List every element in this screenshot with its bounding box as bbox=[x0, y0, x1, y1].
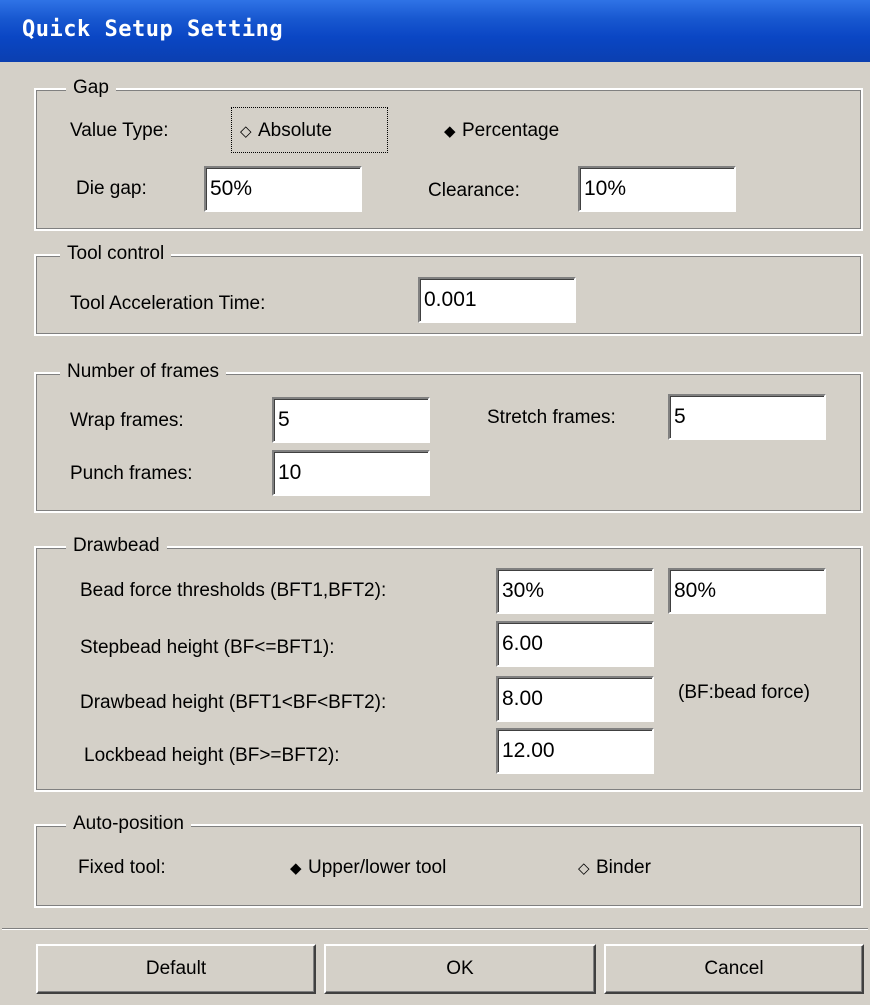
wrap-frames-label: Wrap frames: bbox=[70, 410, 184, 431]
window-title: Quick Setup Setting bbox=[22, 17, 284, 42]
radio-absolute[interactable]: ◇ Absolute bbox=[240, 120, 332, 143]
bft-label: Bead force thresholds (BFT1,BFT2): bbox=[80, 580, 387, 601]
filled-diamond-icon: ◆ bbox=[444, 123, 456, 140]
wrap-frames-field[interactable]: 5 bbox=[272, 397, 430, 443]
punch-frames-field[interactable]: 10 bbox=[272, 450, 430, 496]
tool-accel-field[interactable]: 0.001 bbox=[418, 277, 576, 323]
button-separator bbox=[2, 928, 868, 930]
bft2-field[interactable]: 80% bbox=[668, 568, 826, 614]
hollow-diamond-icon: ◇ bbox=[578, 860, 590, 877]
radio-percentage[interactable]: ◆ Percentage bbox=[444, 120, 559, 143]
radio-binder[interactable]: ◇ Binder bbox=[578, 857, 651, 880]
radio-upper-lower-label: Upper/lower tool bbox=[308, 857, 447, 878]
drawbead-height-field[interactable]: 8.00 bbox=[496, 676, 654, 722]
die-gap-field[interactable]: 50% bbox=[204, 166, 362, 212]
stepbead-label: Stepbead height (BF<=BFT1): bbox=[80, 637, 335, 658]
punch-frames-label: Punch frames: bbox=[70, 463, 193, 484]
bead-force-note: (BF:bead force) bbox=[678, 682, 810, 703]
lockbead-field[interactable]: 12.00 bbox=[496, 728, 654, 774]
radio-upper-lower-tool[interactable]: ◆ Upper/lower tool bbox=[290, 857, 446, 880]
quick-setup-dialog: Quick Setup Setting Gap Value Type: ◇ Abs… bbox=[0, 0, 870, 1005]
ok-button[interactable]: OK bbox=[324, 944, 596, 994]
radio-percentage-label: Percentage bbox=[462, 120, 560, 141]
fixed-tool-label: Fixed tool: bbox=[78, 857, 166, 878]
title-bar[interactable]: Quick Setup Setting bbox=[0, 0, 870, 62]
drawbead-height-label: Drawbead height (BFT1<BF<BFT2): bbox=[80, 692, 387, 713]
filled-diamond-icon: ◆ bbox=[290, 860, 302, 877]
value-type-label: Value Type: bbox=[70, 120, 169, 141]
radio-binder-label: Binder bbox=[596, 857, 651, 878]
die-gap-label: Die gap: bbox=[76, 178, 147, 199]
gap-legend: Gap bbox=[66, 77, 116, 99]
clearance-label: Clearance: bbox=[428, 180, 520, 201]
stepbead-field[interactable]: 6.00 bbox=[496, 621, 654, 667]
frames-legend: Number of frames bbox=[60, 361, 227, 383]
radio-absolute-label: Absolute bbox=[258, 120, 332, 141]
drawbead-legend: Drawbead bbox=[66, 535, 167, 557]
cancel-button[interactable]: Cancel bbox=[604, 944, 864, 994]
gap-group bbox=[34, 88, 863, 231]
bft1-field[interactable]: 30% bbox=[496, 568, 654, 614]
lockbead-label: Lockbead height (BF>=BFT2): bbox=[84, 745, 340, 766]
tool-control-legend: Tool control bbox=[60, 243, 172, 265]
stretch-frames-field[interactable]: 5 bbox=[668, 394, 826, 440]
stretch-frames-label: Stretch frames: bbox=[487, 407, 616, 428]
default-button[interactable]: Default bbox=[36, 944, 316, 994]
hollow-diamond-icon: ◇ bbox=[240, 123, 252, 140]
clearance-field[interactable]: 10% bbox=[578, 166, 736, 212]
tool-accel-label: Tool Acceleration Time: bbox=[70, 293, 266, 314]
auto-position-legend: Auto-position bbox=[66, 813, 191, 835]
